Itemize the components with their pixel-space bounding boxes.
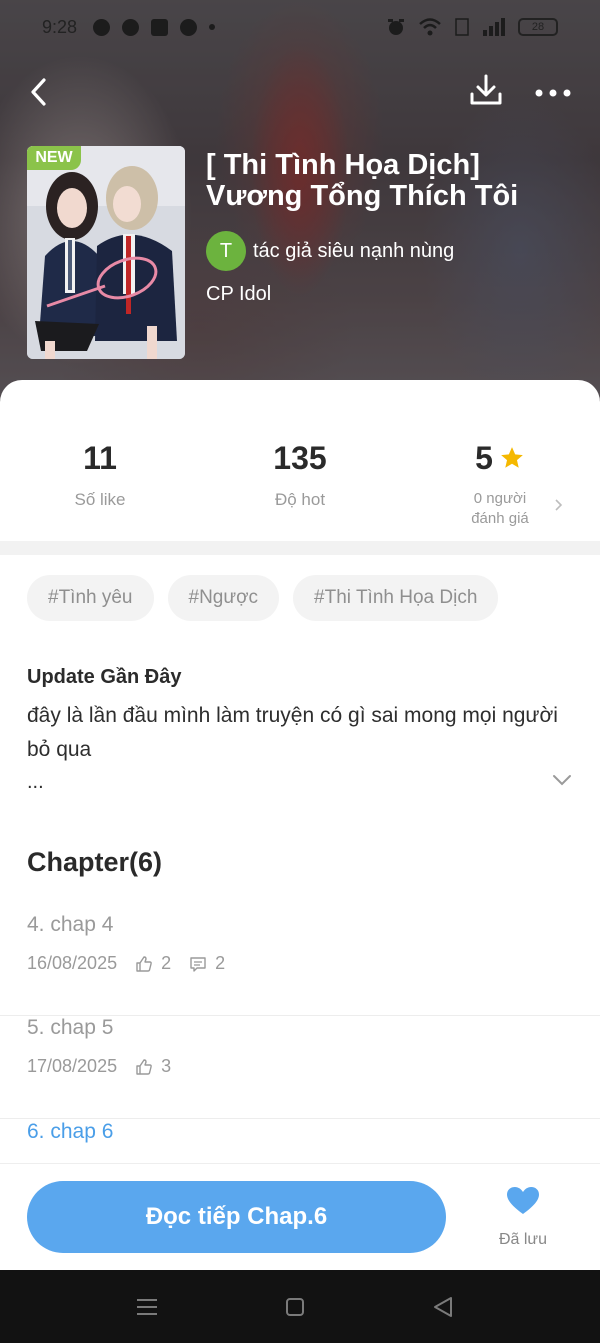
stat-likes: 11 Số like [0, 440, 200, 510]
volte-icon [455, 18, 469, 36]
alarm-icon [388, 19, 404, 35]
chapter-comments: 2 [215, 953, 226, 973]
author-row[interactable]: T tác giả siêu nạnh nùng [206, 231, 454, 271]
chapter-date: 16/08/2025 [27, 953, 118, 973]
menu-icon [137, 1299, 157, 1315]
book-detail-content: 11 Số like 135 Độ hot 5 0 người đánh giá… [0, 380, 600, 1270]
rating-label: đánh giá [471, 510, 529, 527]
chevron-left-icon [31, 78, 46, 106]
chapter-likes: 2 [161, 953, 172, 973]
new-badge: NEW [27, 146, 81, 170]
more-options-button[interactable] [530, 70, 576, 110]
facebook-icon [151, 18, 169, 36]
signal-icon [483, 18, 505, 36]
chat-icon [180, 18, 198, 36]
chapter-title-current: 6. chap 6 [27, 1120, 114, 1143]
back-button[interactable] [22, 70, 58, 110]
chevron-down-icon[interactable] [551, 772, 573, 788]
comment-icon [190, 956, 206, 972]
battery-indicator: 28 [518, 18, 558, 36]
book-cover[interactable]: NEW [27, 146, 185, 359]
chapter-meta: 17/08/2025 3 [27, 1056, 171, 1077]
stat-hot: 135 Độ hot [200, 440, 400, 510]
chapter-title: 5. chap 5 [27, 1016, 114, 1039]
author-name: tác giả siêu nạnh nùng [253, 239, 455, 262]
tag-chip[interactable]: #Thi Tình Họa Dịch [293, 575, 499, 621]
status-bar: 9:28 28 [0, 0, 600, 54]
status-time: 9:28 [42, 16, 78, 37]
chapter-item[interactable]: 5. chap 5 17/08/2025 3 [0, 1016, 600, 1119]
chevron-right-icon[interactable] [552, 498, 564, 512]
continue-reading-button[interactable]: Đọc tiếp Chap.6 [27, 1181, 446, 1253]
chapter-date: 17/08/2025 [27, 1056, 118, 1076]
more-horizontal-icon [535, 89, 571, 97]
tag-chip[interactable]: #Ngược [167, 575, 280, 621]
home-button[interactable] [280, 1292, 310, 1322]
author-avatar: T [206, 231, 246, 271]
rating-value: 5 [475, 440, 493, 476]
wifi-icon [419, 18, 441, 36]
thumbs-up-icon [136, 1058, 152, 1075]
square-icon [286, 1298, 304, 1316]
likes-count: 11 [83, 440, 117, 476]
update-heading: Update Gần Đây [27, 666, 182, 688]
chapter-separator [0, 1118, 600, 1119]
hot-label: Độ hot [274, 490, 326, 509]
cover-illustration [27, 146, 185, 359]
messenger-icon [122, 18, 140, 36]
saved-label: Đã lưu [498, 1231, 548, 1248]
system-navigation-bar [0, 1270, 600, 1343]
book-title: [ Thi Tình Họa Dịch] Vương Tổng Thích Tô… [206, 149, 519, 212]
tag-chip[interactable]: #Tình yêu [27, 575, 154, 621]
top-action-bar [0, 66, 600, 112]
heart-icon [507, 1187, 539, 1214]
triangle-back-icon [434, 1297, 452, 1317]
chapter-likes: 3 [161, 1056, 172, 1076]
stats-row: 11 Số like 135 Độ hot 5 0 người đánh giá [0, 440, 600, 530]
update-description: đây là lần đầu mình làm truyện có gì sai… [27, 704, 558, 761]
download-button[interactable] [466, 70, 506, 110]
bottom-action-bar: Đọc tiếp Chap.6 Đã lưu [0, 1163, 600, 1270]
chapter-list-heading: Chapter(6) [27, 847, 163, 877]
saved-button[interactable]: Đã lưu [490, 1186, 556, 1249]
tag-list: #Tình yêu #Ngược #Thi Tình Họa Dịch [27, 575, 499, 621]
notification-icons [93, 18, 216, 36]
thumbs-up-icon [136, 955, 152, 972]
rating-count-label: 0 người [473, 490, 527, 507]
stat-rating[interactable]: 5 0 người đánh giá [400, 440, 600, 529]
hot-count: 135 [273, 440, 327, 476]
messenger-icon [93, 18, 111, 36]
likes-label: Số like [74, 490, 126, 509]
recent-apps-button[interactable] [132, 1292, 162, 1322]
chapter-item[interactable]: 4. chap 4 16/08/2025 2 2 [0, 913, 600, 1016]
book-category: CP Idol [206, 283, 272, 305]
more-notifications-icon [209, 24, 216, 30]
chapter-title: 4. chap 4 [27, 913, 114, 936]
section-divider [0, 541, 600, 555]
update-ellipsis: ... [27, 771, 44, 793]
chapter-meta: 16/08/2025 2 2 [27, 953, 225, 974]
download-icon [470, 74, 502, 105]
star-icon [501, 447, 523, 468]
back-nav-button[interactable] [428, 1292, 458, 1322]
